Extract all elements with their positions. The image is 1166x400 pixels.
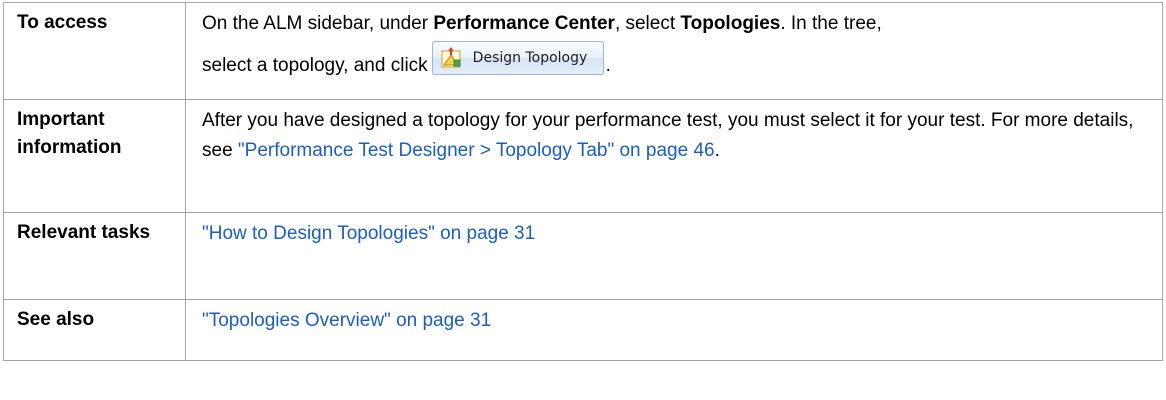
row-label: Important information xyxy=(3,99,186,213)
table-row-relevant-tasks: Relevant tasks "How to Design Topologies… xyxy=(3,212,1163,300)
access-line-2: select a topology, and click Design Topo… xyxy=(202,41,611,81)
info-table: To access On the ALM sidebar, under Perf… xyxy=(3,2,1163,361)
topologies-overview-link[interactable]: "Topologies Overview" on page 31 xyxy=(202,310,491,331)
access-bold-topologies: Topologies xyxy=(680,13,781,34)
how-to-design-topologies-link[interactable]: "How to Design Topologies" on page 31 xyxy=(202,223,535,244)
row-label: Relevant tasks xyxy=(3,212,186,300)
design-topology-button[interactable]: Design Topology xyxy=(431,41,604,75)
row-description: After you have designed a topology for y… xyxy=(185,99,1163,213)
important-text-end: . xyxy=(714,140,720,161)
access-bold-performance-center: Performance Center xyxy=(433,13,615,34)
row-description: "How to Design Topologies" on page 31 xyxy=(185,212,1163,300)
table-row-important-information: Important information After you have des… xyxy=(3,99,1163,213)
topology-tab-link[interactable]: "Performance Test Designer > Topology Ta… xyxy=(238,140,715,161)
access-text: . xyxy=(605,55,611,76)
row-description: "Topologies Overview" on page 31 xyxy=(185,299,1163,361)
table-row-to-access: To access On the ALM sidebar, under Perf… xyxy=(3,2,1163,100)
access-text: On the ALM sidebar, under xyxy=(202,13,434,34)
design-topology-icon xyxy=(441,47,461,68)
access-text: . In the tree, xyxy=(780,13,882,34)
row-label: To access xyxy=(3,2,186,100)
access-text: , select xyxy=(614,13,681,34)
row-label: See also xyxy=(3,299,186,361)
access-text: select a topology, and click xyxy=(202,55,428,76)
table-row-see-also: See also "Topologies Overview" on page 3… xyxy=(3,299,1163,361)
row-description: On the ALM sidebar, under Performance Ce… xyxy=(185,2,1163,100)
design-topology-button-label: Design Topology xyxy=(472,50,588,66)
